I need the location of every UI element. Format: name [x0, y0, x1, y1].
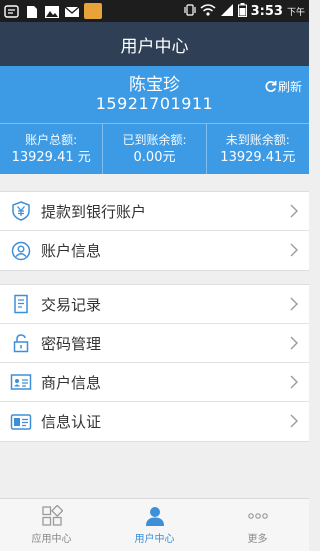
balance-received: 已到账余额: 0.00元 [103, 124, 207, 174]
person-icon [145, 507, 164, 526]
refresh-icon [265, 80, 277, 92]
status-bar: 3:53 下午 [0, 0, 309, 22]
menu-item-verification[interactable]: 信息认证 [0, 402, 309, 441]
menu-group-withdraw: 提款到银行账户 账户信息 [0, 191, 309, 271]
refresh-label: 刷新 [277, 80, 302, 94]
page-title: 用户中心 [120, 36, 189, 57]
balance-pending: 未到账余额: 13929.41元 [207, 124, 309, 174]
mail-icon [64, 4, 80, 18]
balance-total: 账户总额: 13929.41 元 [0, 124, 104, 174]
battery-icon [237, 2, 247, 20]
wifi-icon [200, 3, 216, 20]
balance-label: 已到账余额: [122, 133, 187, 147]
chevron-right-icon [290, 375, 298, 389]
notification-icon [4, 4, 20, 18]
chevron-right-icon [290, 297, 298, 311]
lock-icon [10, 332, 32, 354]
tab-label: 更多 [247, 534, 268, 545]
document-icon [10, 293, 32, 315]
status-ampm: 下午 [286, 7, 305, 18]
tab-user-center[interactable]: 用户中心 [103, 499, 206, 551]
status-right: 3:53 下午 [184, 2, 305, 20]
chevron-right-icon [290, 243, 298, 257]
balance-value: 0.00元 [133, 150, 176, 165]
more-dots-icon [247, 513, 268, 519]
balance-label: 未到账余额: [225, 133, 290, 147]
profile-panel: 陈宝珍 15921701911 刷新 账户总额: 13929.41 元 已到账余… [0, 66, 309, 174]
signal-icon [220, 3, 234, 20]
menu-item-label: 商户信息 [41, 373, 102, 392]
merchant-card-icon [10, 371, 32, 393]
menu-item-password[interactable]: 密码管理 [0, 324, 309, 363]
menu-item-label: 交易记录 [41, 295, 102, 314]
image-icon [44, 4, 60, 18]
status-time: 3:53 [250, 3, 283, 19]
menu-item-transactions[interactable]: 交易记录 [0, 285, 309, 324]
menu-item-label: 密码管理 [41, 334, 102, 353]
menu-item-label: 信息认证 [41, 413, 102, 431]
grid-icon [41, 505, 63, 526]
balance-label: 账户总额: [25, 133, 78, 147]
balance-value: 13929.41元 [220, 150, 296, 165]
tab-label: 应用中心 [31, 534, 72, 545]
title-bar: 用户中心 [0, 22, 309, 66]
chevron-right-icon [290, 204, 298, 218]
tab-more[interactable]: 更多 [206, 499, 309, 551]
user-icon [10, 240, 32, 262]
menu-item-account-info[interactable]: 账户信息 [0, 231, 309, 270]
menu-item-label: 提款到银行账户 [41, 202, 147, 221]
menu-item-withdraw[interactable]: 提款到银行账户 [0, 192, 309, 231]
yuan-shield-icon [10, 200, 32, 222]
bottom-tab-bar: 应用中心 用户中心 更多 [0, 498, 309, 551]
chevron-right-icon [290, 414, 298, 428]
sim-icon [24, 4, 40, 18]
user-name: 陈宝珍 [129, 75, 180, 95]
refresh-button[interactable]: 刷新 [264, 78, 302, 95]
menu-item-merchant-info[interactable]: 商户信息 [0, 363, 309, 402]
id-card-icon [10, 411, 32, 433]
menu-group-settings: 交易记录 密码管理 商户信息 信息认证 [0, 284, 309, 442]
balance-value: 13929.41 元 [11, 150, 91, 165]
tab-app-center[interactable]: 应用中心 [0, 499, 103, 551]
tab-label: 用户中心 [134, 534, 175, 545]
status-left-icons [4, 3, 102, 19]
user-phone: 15921701911 [95, 94, 214, 113]
vibrate-icon [184, 3, 196, 20]
menu-item-label: 账户信息 [41, 242, 102, 260]
app-icon [84, 3, 102, 19]
balance-summary: 账户总额: 13929.41 元 已到账余额: 0.00元 未到账余额: 139… [0, 124, 309, 174]
chevron-right-icon [290, 336, 298, 350]
